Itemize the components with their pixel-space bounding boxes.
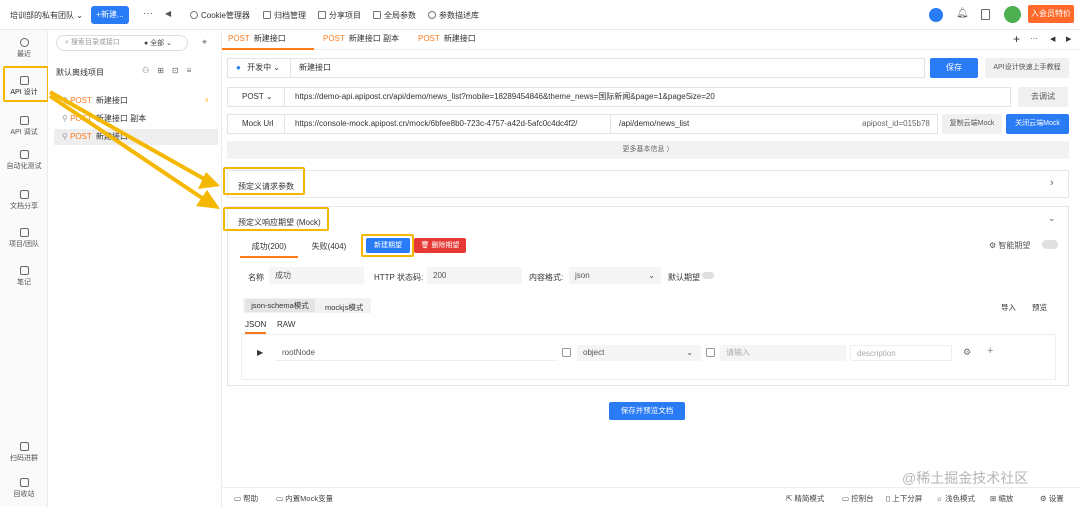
arrow-to-request (49, 90, 207, 182)
annotation-arrows (48, 90, 220, 209)
arrow-to-response (48, 94, 207, 202)
arrow-head-request (198, 172, 220, 189)
arrow-head-response (196, 190, 220, 209)
